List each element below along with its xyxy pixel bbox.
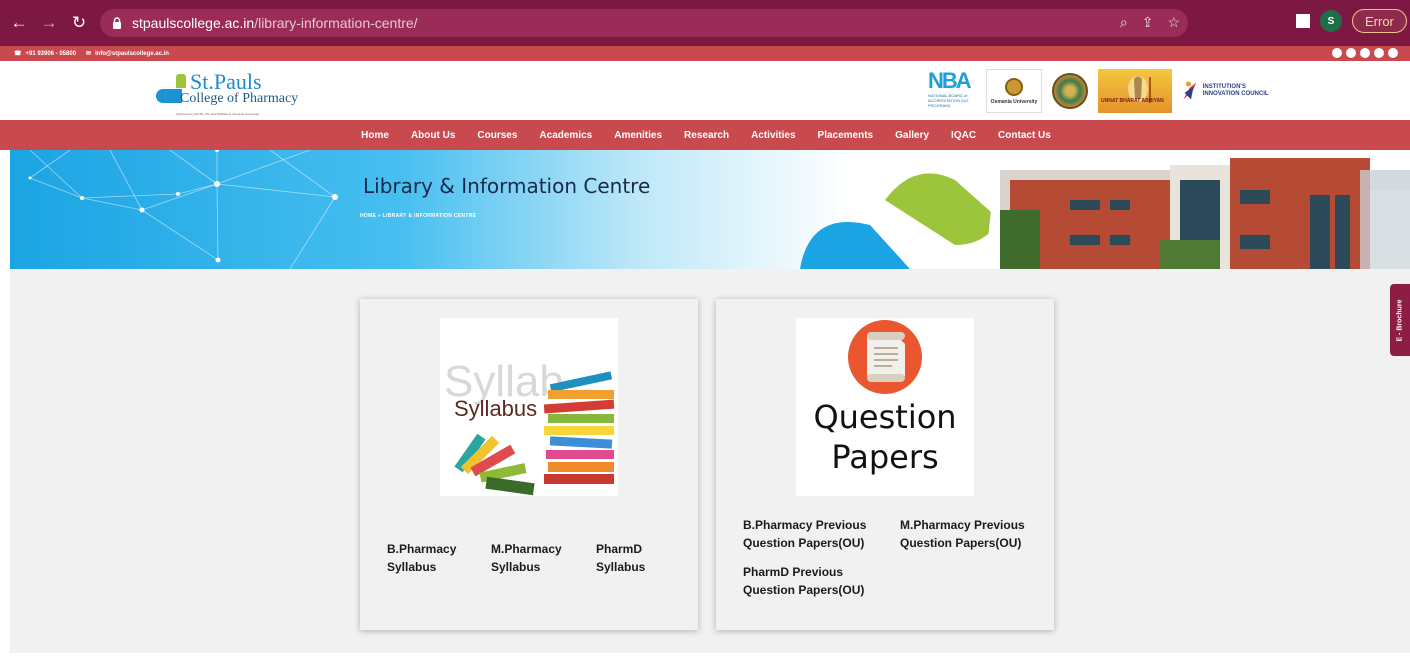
nba-letters: NBA <box>928 68 972 93</box>
breadcrumb[interactable]: HOME » LIBRARY & INFORMATION CENTRE <box>360 213 476 219</box>
main-navigation: Home About Us Courses Academics Amenitie… <box>0 120 1410 150</box>
nav-gallery[interactable]: Gallery <box>884 130 940 141</box>
bookmark-star-icon[interactable]: ☆ <box>1167 14 1180 31</box>
phone-text: +91 93906 - 05800 <box>25 50 77 57</box>
pharmd-question-papers-link[interactable]: PharmD Previous Question Papers(OU) <box>743 563 873 599</box>
logo-blue-mark <box>156 89 182 103</box>
nba-text: NATIONAL BOARD of ACCREDITATION (UG PROG… <box>928 93 969 108</box>
nav-courses[interactable]: Courses <box>466 130 528 141</box>
logo-title: St.Pauls <box>190 69 262 94</box>
iic-mark-icon <box>1183 81 1197 100</box>
nav-contact-us[interactable]: Contact Us <box>987 130 1062 141</box>
college-logo[interactable]: St.Pauls College of Pharmacy (Approved b… <box>156 71 306 117</box>
question-papers-image: Question Papers <box>796 318 974 496</box>
ou-seal-icon <box>1005 77 1023 96</box>
page-banner: Library & Information Centre HOME » LIBR… <box>10 150 1410 269</box>
mail-icon: ✉ <box>86 51 92 57</box>
logo-green-mark <box>176 74 186 88</box>
social-links <box>1332 48 1398 58</box>
facebook-icon[interactable] <box>1332 48 1342 58</box>
phone-icon: ☎ <box>14 51 22 57</box>
osmania-university-logo: Osmania University <box>986 69 1042 113</box>
svg-text:Syllabus: Syllabus <box>454 396 537 421</box>
lock-icon <box>113 17 121 29</box>
youtube-icon[interactable] <box>1388 48 1398 58</box>
unnat-bharat-abhiyan-logo: UNNAT BHARAT ABHIYAN <box>1098 69 1172 113</box>
nav-amenities[interactable]: Amenities <box>603 130 673 141</box>
logo-subtitle: College of Pharmacy <box>180 91 299 106</box>
browser-toolbar: ← → ↻ stpaulscollege.ac.in/library-infor… <box>0 0 1410 46</box>
b-pharmacy-question-papers-link[interactable]: B.Pharmacy Previous Question Papers(OU) <box>743 516 873 552</box>
top-info-strip: ☎ +91 93906 - 05800 ✉ info@stpaulscolleg… <box>0 46 1410 61</box>
site-header: St.Pauls College of Pharmacy (Approved b… <box>0 61 1410 120</box>
share-icon[interactable]: ⇪ <box>1142 14 1154 31</box>
back-icon[interactable]: ← <box>8 12 30 34</box>
profile-avatar[interactable]: S <box>1320 10 1342 32</box>
ou-text: Osmania University <box>990 98 1038 105</box>
linkedin-icon[interactable] <box>1346 48 1356 58</box>
m-pharmacy-question-papers-link[interactable]: M.Pharmacy Previous Question Papers(OU) <box>900 516 1030 552</box>
svg-text:Question: Question <box>813 398 956 436</box>
iic-text: INSTITUTION'S INNOVATION COUNCIL <box>1202 84 1269 97</box>
instagram-icon[interactable] <box>1360 48 1370 58</box>
syllabus-image: Syllab Syllabus <box>440 318 618 496</box>
nav-research[interactable]: Research <box>673 130 740 141</box>
nav-iqac[interactable]: IQAC <box>940 130 987 141</box>
iic-logo: INSTITUTION'S INNOVATION COUNCIL <box>1182 69 1274 113</box>
reload-icon[interactable]: ↻ <box>68 12 90 34</box>
naac-seal-logo <box>1052 73 1088 109</box>
logo-fine-print: (Approved by AICTE, PCI and Affiliated t… <box>176 112 260 116</box>
uba-text: UNNAT BHARAT ABHIYAN <box>1101 98 1164 104</box>
question-papers-card: Question Papers B.Pharmacy Previous Ques… <box>716 299 1054 630</box>
e-brochure-tab[interactable]: E - Brochure <box>1390 284 1410 356</box>
m-pharmacy-syllabus-link[interactable]: M.Pharmacy Syllabus <box>491 540 571 576</box>
phone-item[interactable]: ☎ +91 93906 - 05800 <box>14 50 77 58</box>
b-pharmacy-syllabus-link[interactable]: B.Pharmacy Syllabus <box>387 540 467 576</box>
svg-text:Papers: Papers <box>831 438 938 476</box>
address-bar[interactable]: stpaulscollege.ac.in/library-information… <box>100 9 1188 37</box>
forward-icon[interactable]: → <box>38 12 60 34</box>
accreditation-logos: NBA NATIONAL BOARD of ACCREDITATION (UG … <box>928 69 1274 113</box>
banner-graphic <box>28 150 1410 269</box>
twitter-icon[interactable] <box>1374 48 1384 58</box>
nav-academics[interactable]: Academics <box>528 130 603 141</box>
nav-home[interactable]: Home <box>350 130 400 141</box>
email-text: info@stpaulscollege.ac.in <box>95 50 169 57</box>
pharmd-syllabus-link[interactable]: PharmD Syllabus <box>596 540 656 576</box>
error-button[interactable]: Error <box>1352 9 1407 33</box>
url-text: stpaulscollege.ac.in/library-information… <box>132 15 418 31</box>
page-title: Library & Information Centre <box>363 174 651 198</box>
nav-placements[interactable]: Placements <box>807 130 885 141</box>
zoom-icon[interactable]: ⌕ <box>1120 14 1128 31</box>
nav-activities[interactable]: Activities <box>740 130 806 141</box>
syllabus-card: Syllab Syllabus B.Pharmacy Syllabus M.Ph… <box>360 299 698 630</box>
nav-about-us[interactable]: About Us <box>400 130 466 141</box>
e-brochure-label: E - Brochure <box>1396 298 1404 342</box>
main-content: Syllab Syllabus B.Pharmacy Syllabus M.Ph… <box>10 269 1410 653</box>
side-panel-icon[interactable] <box>1296 14 1310 28</box>
email-item[interactable]: ✉ info@stpaulscollege.ac.in <box>86 50 169 58</box>
nba-logo: NBA NATIONAL BOARD of ACCREDITATION (UG … <box>928 69 976 113</box>
